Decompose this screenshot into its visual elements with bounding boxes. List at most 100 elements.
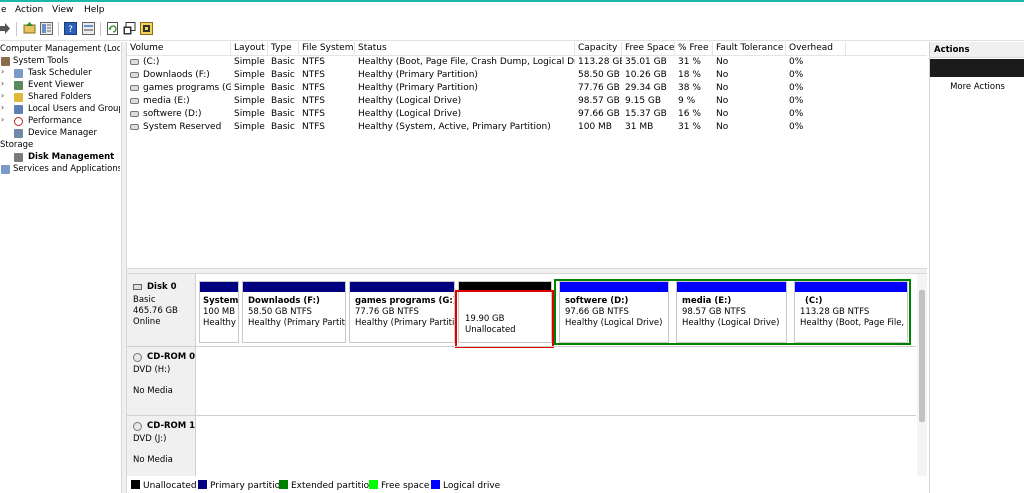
refresh-icon[interactable]	[106, 22, 119, 35]
column-header-free-space[interactable]: Free Space	[622, 42, 675, 55]
menu-view[interactable]: View	[52, 5, 73, 15]
settings-icon[interactable]	[140, 22, 153, 35]
tree-services-applications[interactable]: Services and Applications	[13, 163, 120, 175]
tree-storage[interactable]: Storage	[0, 139, 33, 151]
actions-header: Actions	[930, 42, 1024, 58]
disk-management-icon	[14, 153, 23, 162]
cdrom-0-name: CD-ROM 0	[147, 352, 196, 362]
column-header-overhead[interactable]: Overhead	[786, 42, 846, 55]
cell-free-space: 35.01 GB	[625, 57, 667, 67]
cell-type: Basic	[271, 57, 295, 67]
cell-percent-free: 9 %	[678, 96, 696, 106]
up-folder-icon[interactable]	[23, 22, 36, 35]
cell-file-system: NTFS	[302, 96, 325, 106]
cell-layout: Simple	[234, 70, 265, 80]
scrollbar-thumb[interactable]	[919, 290, 925, 422]
partition-status: Healthy (Primary Partitio	[355, 318, 455, 328]
volume-list: Volume Layout Type File System Status Ca…	[127, 42, 927, 270]
drive-icon	[130, 111, 139, 117]
tree-item-local-users-groups[interactable]: Local Users and Groups	[28, 103, 120, 115]
cdrom-1-label[interactable]: CD-ROM 1 DVD (J:) No Media	[127, 416, 196, 476]
column-header-layout[interactable]: Layout	[231, 42, 268, 55]
menu-file[interactable]: e	[1, 5, 7, 15]
legend-item-free-space: Free space	[369, 480, 429, 491]
table-row[interactable]: softwere (D:) Simple Basic NTFS Healthy …	[127, 108, 927, 121]
toolbar-separator	[16, 22, 17, 36]
table-row[interactable]: media (E:) Simple Basic NTFS Healthy (Lo…	[127, 95, 927, 108]
partition-name: softwere (D:)	[565, 296, 629, 306]
tree-system-tools[interactable]: System Tools	[13, 55, 68, 67]
cell-layout: Simple	[234, 109, 265, 119]
clock-icon	[14, 69, 23, 78]
column-header-file-system[interactable]: File System	[299, 42, 355, 55]
column-header-capacity[interactable]: Capacity	[575, 42, 622, 55]
cell-percent-free: 16 %	[678, 109, 701, 119]
disk-graphical-view: Disk 0 Basic 465.76 GB Online System R 1…	[127, 274, 927, 476]
more-actions-link[interactable]: More Actions	[930, 82, 1024, 92]
partition-games-programs[interactable]: games programs (G:) 77.76 GB NTFS Health…	[349, 281, 455, 343]
volume-list-header: Volume Layout Type File System Status Ca…	[127, 42, 927, 56]
show-hide-tree-icon[interactable]	[40, 22, 53, 35]
forward-arrow-icon[interactable]	[0, 22, 10, 35]
column-header-percent-free[interactable]: % Free	[675, 42, 713, 55]
expand-icon[interactable]: ›	[1, 79, 7, 88]
partition-c-drive[interactable]: (C:) 113.28 GB NTFS Healthy (Boot, Page …	[794, 281, 908, 343]
partition-downloads[interactable]: Downlaods (F:) 58.50 GB NTFS Healthy (Pr…	[242, 281, 346, 343]
vertical-scrollbar[interactable]	[917, 274, 927, 476]
tree-item-disk-management[interactable]: Disk Management	[28, 151, 114, 163]
table-row[interactable]: (C:) Simple Basic NTFS Healthy (Boot, Pa…	[127, 56, 927, 69]
cell-percent-free: 31 %	[678, 57, 701, 67]
expand-icon[interactable]: ›	[1, 115, 7, 124]
table-row[interactable]: Downlaods (F:) Simple Basic NTFS Healthy…	[127, 69, 927, 82]
help-icon[interactable]: ?	[64, 22, 77, 35]
partition-media[interactable]: media (E:) 98.57 GB NTFS Healthy (Logica…	[676, 281, 787, 343]
menu-action[interactable]: Action	[15, 5, 43, 15]
tree-item-event-viewer[interactable]: Event Viewer	[28, 79, 84, 91]
tree-item-device-manager[interactable]: Device Manager	[28, 127, 97, 139]
device-manager-icon	[14, 129, 23, 138]
actions-selected-section[interactable]	[930, 59, 1024, 77]
export-list-icon[interactable]	[123, 22, 136, 35]
drive-icon	[130, 85, 139, 91]
tree-item-task-scheduler[interactable]: Task Scheduler	[28, 67, 92, 79]
disk-row-divider	[127, 415, 916, 416]
cdrom-1-status: No Media	[133, 455, 173, 465]
actions-pane: Actions More Actions	[929, 42, 1024, 493]
expand-icon[interactable]: ›	[1, 103, 7, 112]
table-row[interactable]: games programs (G:) Simple Basic NTFS He…	[127, 82, 927, 95]
expand-icon[interactable]: ›	[1, 67, 7, 76]
cell-file-system: NTFS	[302, 83, 325, 93]
legend-swatch	[279, 480, 288, 489]
tree-item-performance[interactable]: Performance	[28, 115, 82, 127]
cdrom-0-status: No Media	[133, 386, 173, 396]
services-icon	[1, 165, 10, 174]
cell-fault-tolerance: No	[716, 96, 729, 106]
column-header-volume[interactable]: Volume	[127, 42, 231, 55]
disk-0-label[interactable]: Disk 0 Basic 465.76 GB Online	[127, 274, 196, 346]
cdrom-0-drive: DVD (H:)	[133, 365, 171, 375]
column-header-status[interactable]: Status	[355, 42, 575, 55]
event-log-icon	[14, 81, 23, 90]
partition-size: 97.66 GB NTFS	[565, 307, 629, 317]
cell-free-space: 15.37 GB	[625, 109, 667, 119]
menu-help[interactable]: Help	[84, 5, 105, 15]
tree-root[interactable]: Computer Management (Local	[0, 43, 120, 55]
cell-fault-tolerance: No	[716, 83, 729, 93]
table-row[interactable]: System Reserved Simple Basic NTFS Health…	[127, 121, 927, 134]
partition-status: Healthy (Logical Drive)	[565, 318, 663, 328]
properties-icon[interactable]	[82, 22, 95, 35]
column-header-type[interactable]: Type	[268, 42, 299, 55]
partition-system-reserved[interactable]: System R 100 MB N Healthy	[199, 281, 239, 343]
partition-status: Healthy (Boot, Page File,	[800, 318, 905, 328]
cell-overhead: 0%	[789, 83, 804, 93]
cell-type: Basic	[271, 122, 295, 132]
cell-fault-tolerance: No	[716, 122, 729, 132]
cdrom-0-label[interactable]: CD-ROM 0 DVD (H:) No Media	[127, 347, 196, 415]
toolbar-separator	[58, 22, 59, 36]
column-header-fault-tolerance[interactable]: Fault Tolerance	[713, 42, 786, 55]
cell-file-system: NTFS	[302, 109, 325, 119]
partition-softwere[interactable]: softwere (D:) 97.66 GB NTFS Healthy (Log…	[559, 281, 669, 343]
expand-icon[interactable]: ›	[1, 91, 7, 100]
cell-percent-free: 18 %	[678, 70, 701, 80]
tree-item-shared-folders[interactable]: Shared Folders	[28, 91, 91, 103]
